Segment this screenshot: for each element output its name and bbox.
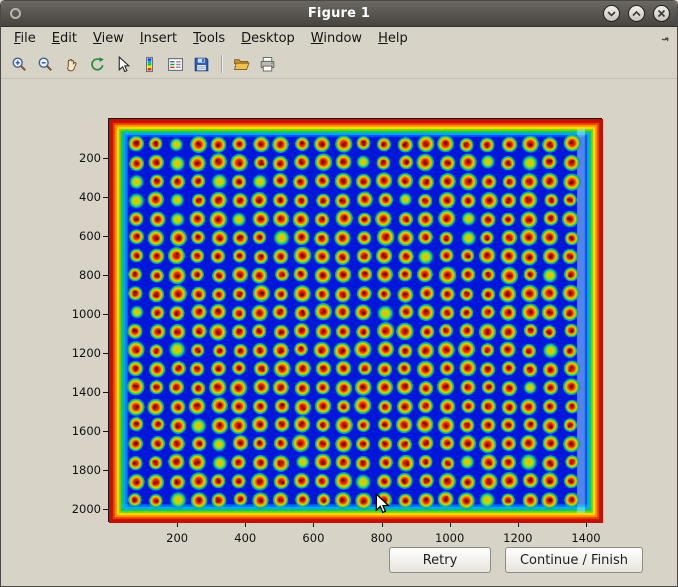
x-tick-label: 1400 (571, 531, 600, 545)
y-tick-mark (103, 314, 108, 315)
y-tick-label: 1200 (53, 346, 101, 360)
axes: 2004006008001000120014002004006008001000… (108, 118, 602, 522)
data-cursor-button[interactable] (112, 53, 135, 76)
y-tick-mark (103, 392, 108, 393)
menu-desktop[interactable]: Desktop (233, 29, 303, 48)
y-tick-label: 1600 (53, 424, 101, 438)
menu-insert[interactable]: Insert (132, 29, 185, 48)
x-tick-label: 800 (371, 531, 393, 545)
y-tick-label: 200 (53, 151, 101, 165)
y-tick-label: 2000 (53, 502, 101, 516)
zoom-in-button[interactable] (8, 53, 31, 76)
maximize-button[interactable] (628, 5, 645, 22)
y-tick-label: 1400 (53, 385, 101, 399)
hand-icon (63, 56, 80, 73)
y-tick-label: 800 (53, 268, 101, 282)
retry-button[interactable]: Retry (389, 547, 491, 573)
y-tick-mark (103, 353, 108, 354)
y-tick-mark (103, 275, 108, 276)
figure-image[interactable] (109, 119, 603, 523)
window-menu-icon[interactable] (10, 8, 21, 19)
toolbar-separator (221, 55, 222, 73)
figure-window: Figure 1 File Edit View Insert (0, 0, 678, 587)
x-tick-mark (586, 522, 587, 527)
y-tick-mark (103, 431, 108, 432)
window-title: Figure 1 (1, 6, 677, 21)
menu-edit[interactable]: Edit (44, 29, 85, 48)
data-cursor-icon (115, 56, 132, 73)
menu-window[interactable]: Window (303, 29, 370, 48)
menu-file[interactable]: File (6, 29, 44, 48)
x-tick-mark (313, 522, 314, 527)
print-figure-button[interactable] (256, 53, 279, 76)
save-icon (193, 56, 210, 73)
folder-open-icon (233, 56, 250, 73)
y-tick-mark (103, 509, 108, 510)
insert-colorbar-button[interactable] (138, 53, 161, 76)
x-tick-label: 600 (302, 531, 324, 545)
menubar-corner-icon (660, 32, 670, 47)
menubar: File Edit View Insert Tools Desktop Wind… (1, 27, 677, 50)
x-tick-mark (177, 522, 178, 527)
x-tick-label: 1200 (503, 531, 532, 545)
minimize-button[interactable] (603, 5, 620, 22)
legend-icon (167, 56, 184, 73)
y-tick-mark (103, 197, 108, 198)
x-tick-label: 200 (166, 531, 188, 545)
titlebar[interactable]: Figure 1 (1, 1, 677, 27)
close-icon (657, 9, 666, 18)
y-tick-mark (103, 158, 108, 159)
insert-legend-button[interactable] (164, 53, 187, 76)
y-tick-label: 400 (53, 190, 101, 204)
y-tick-label: 600 (53, 229, 101, 243)
x-tick-mark (382, 522, 383, 527)
zoom-in-icon (11, 56, 28, 73)
menu-tools[interactable]: Tools (185, 29, 233, 48)
y-tick-label: 1000 (53, 307, 101, 321)
menu-help[interactable]: Help (370, 29, 416, 48)
continue-finish-button[interactable]: Continue / Finish (505, 547, 643, 573)
x-tick-mark (450, 522, 451, 527)
y-tick-label: 1800 (53, 463, 101, 477)
x-tick-label: 400 (234, 531, 256, 545)
y-tick-mark (103, 236, 108, 237)
colorbar-icon (141, 56, 158, 73)
save-figure-button[interactable] (190, 53, 213, 76)
rotate-3d-icon (89, 56, 106, 73)
printer-icon (259, 56, 276, 73)
open-file-button[interactable] (230, 53, 253, 76)
y-tick-mark (103, 470, 108, 471)
x-tick-mark (245, 522, 246, 527)
chevron-up-icon (632, 10, 641, 17)
close-button[interactable] (653, 5, 670, 22)
zoom-out-icon (37, 56, 54, 73)
menu-view[interactable]: View (85, 29, 132, 48)
chevron-down-icon (607, 10, 616, 17)
figure-toolbar (1, 50, 677, 79)
x-tick-label: 1000 (435, 531, 464, 545)
rotate-3d-button[interactable] (86, 53, 109, 76)
zoom-out-button[interactable] (34, 53, 57, 76)
pan-button[interactable] (60, 53, 83, 76)
x-tick-mark (518, 522, 519, 527)
